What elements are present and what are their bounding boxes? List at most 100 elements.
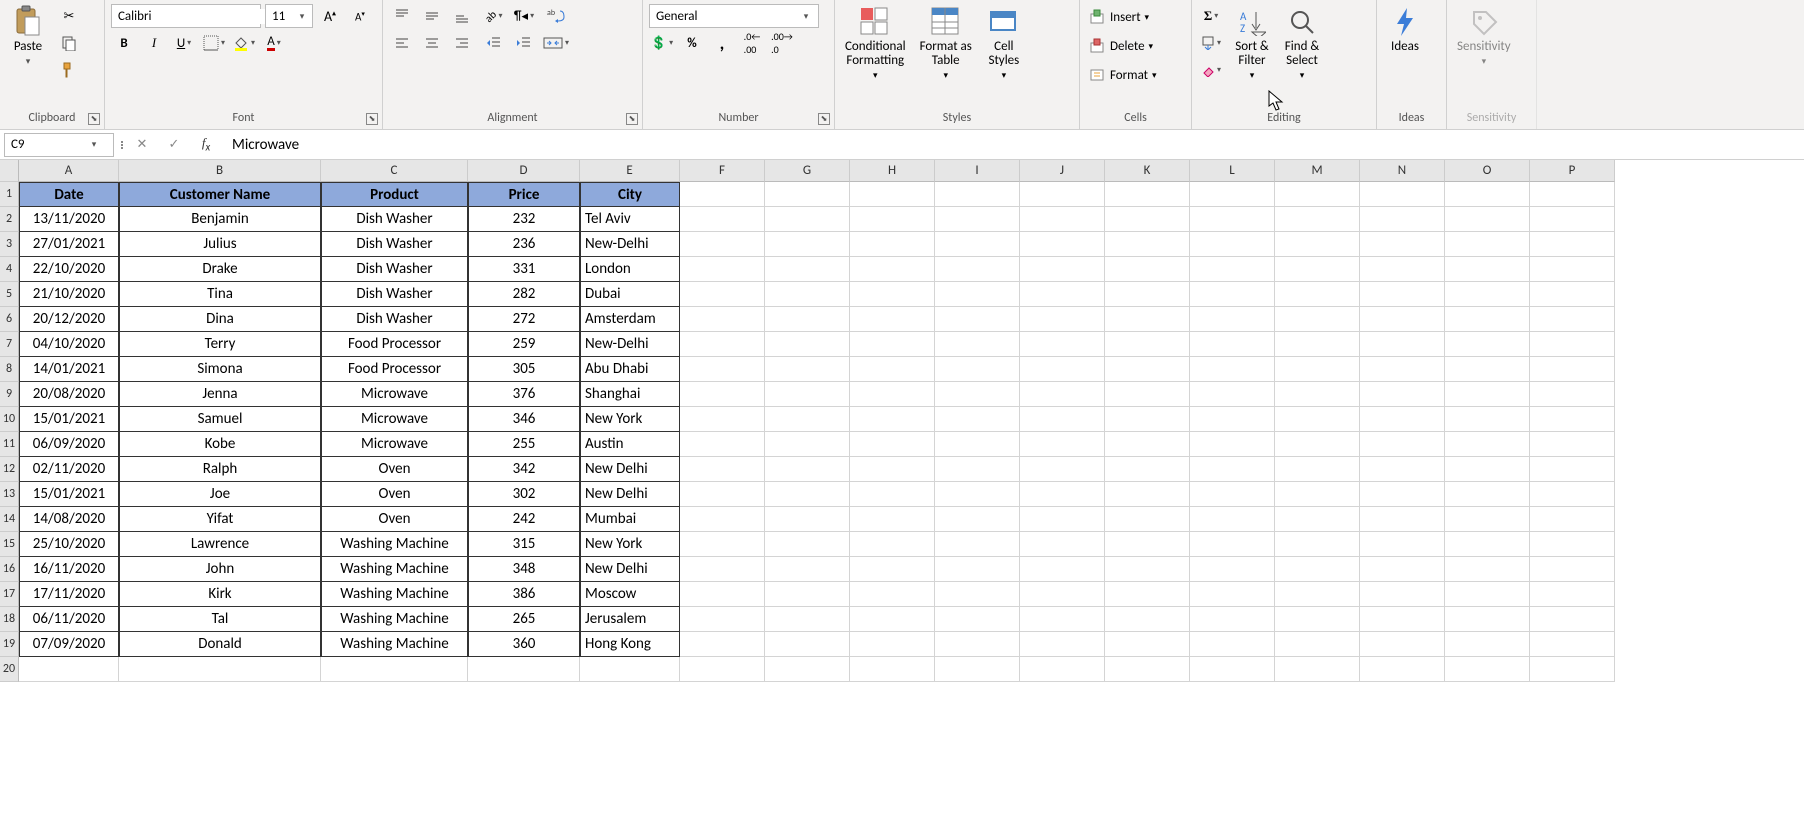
data-cell[interactable]: London	[580, 257, 680, 282]
data-cell[interactable]: Microwave	[321, 407, 468, 432]
resize-handle[interactable]	[118, 133, 126, 157]
data-cell[interactable]: New-Delhi	[580, 232, 680, 257]
col-header[interactable]: L	[1190, 160, 1275, 182]
data-cell[interactable]: Food Processor	[321, 332, 468, 357]
empty-cell[interactable]	[850, 332, 935, 357]
empty-cell[interactable]	[1020, 332, 1105, 357]
empty-cell[interactable]	[935, 482, 1020, 507]
empty-cell[interactable]	[1020, 632, 1105, 657]
data-cell[interactable]: New York	[580, 532, 680, 557]
data-cell[interactable]: 331	[468, 257, 580, 282]
empty-cell[interactable]	[1530, 207, 1615, 232]
data-cell[interactable]: Oven	[321, 507, 468, 532]
empty-cell[interactable]	[1190, 207, 1275, 232]
align-center-button[interactable]	[419, 31, 445, 55]
data-cell[interactable]: 236	[468, 232, 580, 257]
empty-cell[interactable]	[765, 282, 850, 307]
percent-button[interactable]: %	[679, 31, 705, 55]
chevron-down-icon[interactable]: ▾	[85, 139, 103, 150]
empty-cell[interactable]	[1530, 432, 1615, 457]
empty-cell[interactable]	[1275, 657, 1360, 682]
empty-cell[interactable]	[1105, 407, 1190, 432]
empty-cell[interactable]	[1190, 257, 1275, 282]
empty-cell[interactable]	[1275, 407, 1360, 432]
col-header[interactable]: K	[1105, 160, 1190, 182]
empty-cell[interactable]	[1020, 657, 1105, 682]
data-cell[interactable]: Microwave	[321, 382, 468, 407]
spreadsheet-grid[interactable]: 1234567891011121314151617181920 ADate13/…	[0, 160, 1804, 682]
copy-button[interactable]	[56, 31, 82, 55]
format-button[interactable]: Format▾	[1086, 62, 1159, 88]
empty-cell[interactable]	[1105, 307, 1190, 332]
empty-cell[interactable]	[680, 532, 765, 557]
fill-button[interactable]	[1198, 31, 1224, 55]
data-cell[interactable]: Julius	[119, 232, 321, 257]
empty-cell[interactable]	[1190, 282, 1275, 307]
empty-cell[interactable]	[680, 407, 765, 432]
empty-cell[interactable]	[1445, 282, 1530, 307]
empty-cell[interactable]	[765, 482, 850, 507]
data-cell[interactable]: Microwave	[321, 432, 468, 457]
align-middle-button[interactable]	[419, 4, 445, 28]
data-cell[interactable]: Simona	[119, 357, 321, 382]
empty-cell[interactable]	[1445, 332, 1530, 357]
row-header[interactable]: 15	[0, 532, 19, 557]
row-header[interactable]: 14	[0, 507, 19, 532]
empty-cell[interactable]	[935, 307, 1020, 332]
empty-cell[interactable]	[1190, 182, 1275, 207]
table-header[interactable]: Customer Name	[119, 182, 321, 207]
data-cell[interactable]: Tel Aviv	[580, 207, 680, 232]
empty-cell[interactable]	[1530, 657, 1615, 682]
empty-cell[interactable]	[765, 182, 850, 207]
row-header[interactable]: 11	[0, 432, 19, 457]
empty-cell[interactable]	[680, 457, 765, 482]
empty-cell[interactable]	[680, 307, 765, 332]
font-color-button[interactable]: A	[261, 31, 287, 55]
find-select-button[interactable]: Find & Select▾	[1280, 4, 1324, 83]
empty-cell[interactable]	[1445, 582, 1530, 607]
empty-cell[interactable]	[1105, 282, 1190, 307]
empty-cell[interactable]	[1275, 482, 1360, 507]
col-header[interactable]: I	[935, 160, 1020, 182]
empty-cell[interactable]	[1190, 557, 1275, 582]
data-cell[interactable]: 27/01/2021	[19, 232, 119, 257]
empty-cell[interactable]	[850, 607, 935, 632]
empty-cell[interactable]	[1105, 607, 1190, 632]
empty-cell[interactable]	[1190, 232, 1275, 257]
empty-cell[interactable]	[1275, 357, 1360, 382]
data-cell[interactable]: Oven	[321, 457, 468, 482]
empty-cell[interactable]	[1020, 282, 1105, 307]
col-header[interactable]: M	[1275, 160, 1360, 182]
empty-cell[interactable]	[1105, 532, 1190, 557]
data-cell[interactable]: Kobe	[119, 432, 321, 457]
decrease-decimal-button[interactable]: .00→.0	[769, 31, 795, 55]
empty-cell[interactable]	[680, 432, 765, 457]
data-cell[interactable]: 20/08/2020	[19, 382, 119, 407]
data-cell[interactable]: Ralph	[119, 457, 321, 482]
table-header[interactable]: Price	[468, 182, 580, 207]
empty-cell[interactable]	[1190, 457, 1275, 482]
enter-button[interactable]: ✓	[158, 133, 190, 157]
data-cell[interactable]: 04/10/2020	[19, 332, 119, 357]
col-header[interactable]: G	[765, 160, 850, 182]
empty-cell[interactable]	[1360, 257, 1445, 282]
empty-cell[interactable]	[1445, 557, 1530, 582]
row-header[interactable]: 12	[0, 457, 19, 482]
font-launcher[interactable]: ⬊	[366, 113, 378, 125]
empty-cell[interactable]	[935, 607, 1020, 632]
empty-cell[interactable]	[321, 657, 468, 682]
empty-cell[interactable]	[1445, 257, 1530, 282]
empty-cell[interactable]	[1530, 582, 1615, 607]
empty-cell[interactable]	[1445, 407, 1530, 432]
empty-cell[interactable]	[850, 207, 935, 232]
empty-cell[interactable]	[1105, 632, 1190, 657]
empty-cell[interactable]	[935, 257, 1020, 282]
italic-button[interactable]: I	[141, 31, 167, 55]
data-cell[interactable]: New Delhi	[580, 557, 680, 582]
empty-cell[interactable]	[1190, 482, 1275, 507]
empty-cell[interactable]	[765, 407, 850, 432]
empty-cell[interactable]	[1445, 232, 1530, 257]
increase-font-button[interactable]: A▴	[317, 4, 343, 28]
empty-cell[interactable]	[1530, 357, 1615, 382]
underline-button[interactable]: U	[171, 31, 197, 55]
